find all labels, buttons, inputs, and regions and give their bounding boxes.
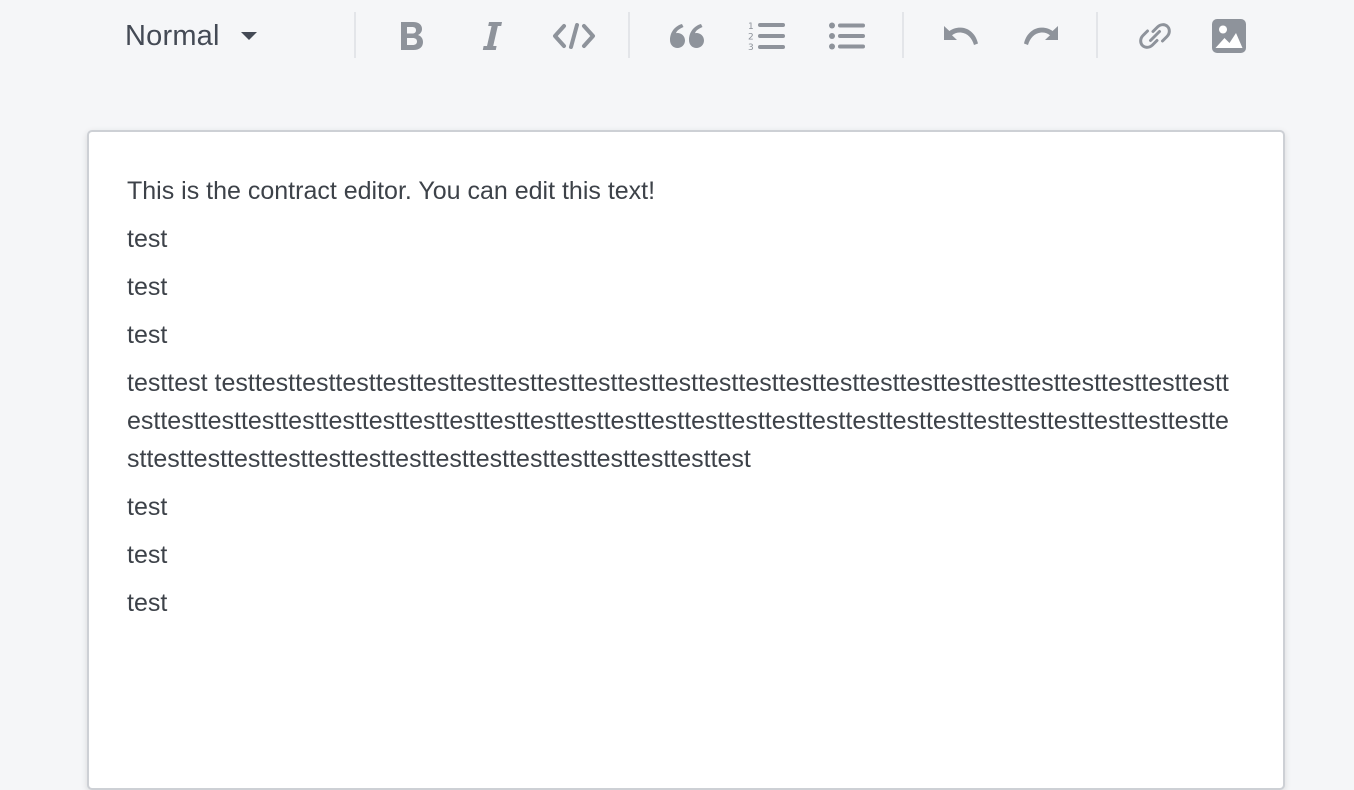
block-format-select[interactable]: Normal [120, 10, 280, 62]
ordered-list-button[interactable]: 1 2 3 [740, 10, 794, 62]
bullet-list-button[interactable] [820, 10, 874, 62]
ordered-list-icon: 1 2 3 [748, 21, 786, 51]
undo-icon [943, 23, 979, 49]
editor-paragraph: test [127, 273, 168, 301]
link-button[interactable] [1128, 10, 1182, 62]
blockquote-button[interactable] [660, 10, 714, 62]
svg-text:1: 1 [748, 22, 754, 32]
toolbar-divider [628, 12, 630, 58]
block-format-label: Normal [125, 19, 220, 52]
image-icon [1211, 18, 1247, 54]
undo-button[interactable] [934, 10, 988, 62]
editor-paragraph: testtest testtesttesttesttesttesttesttes… [127, 369, 1229, 473]
editor-paragraph: test [127, 541, 168, 569]
code-icon [552, 23, 596, 49]
editor-paragraph: test [127, 321, 168, 349]
svg-text:2: 2 [748, 33, 754, 43]
toolbar-divider [354, 12, 356, 58]
link-icon [1138, 19, 1172, 53]
bullet-list-icon [829, 22, 865, 50]
code-button[interactable] [546, 10, 602, 62]
toolbar-divider [902, 12, 904, 58]
editor-paragraph: This is the contract editor. You can edi… [127, 177, 656, 205]
svg-text:3: 3 [748, 43, 754, 51]
toolbar-divider [1096, 12, 1098, 58]
image-button[interactable] [1202, 10, 1256, 62]
editor-paragraph: test [127, 589, 168, 617]
editor-toolbar: Normal 1 2 3 [0, 0, 1354, 72]
editor-paragraph: test [127, 225, 168, 253]
editor-container: This is the contract editor. You can edi… [87, 130, 1285, 790]
redo-icon [1023, 23, 1059, 49]
quote-icon [669, 23, 705, 49]
italic-icon [481, 21, 503, 51]
redo-button[interactable] [1014, 10, 1068, 62]
chevron-down-icon [240, 31, 258, 41]
editor-content[interactable]: This is the contract editor. You can edi… [127, 172, 1239, 632]
bold-button[interactable] [386, 10, 438, 62]
italic-button[interactable] [466, 10, 518, 62]
bold-icon [399, 21, 425, 51]
editor-paragraph: test [127, 493, 168, 521]
